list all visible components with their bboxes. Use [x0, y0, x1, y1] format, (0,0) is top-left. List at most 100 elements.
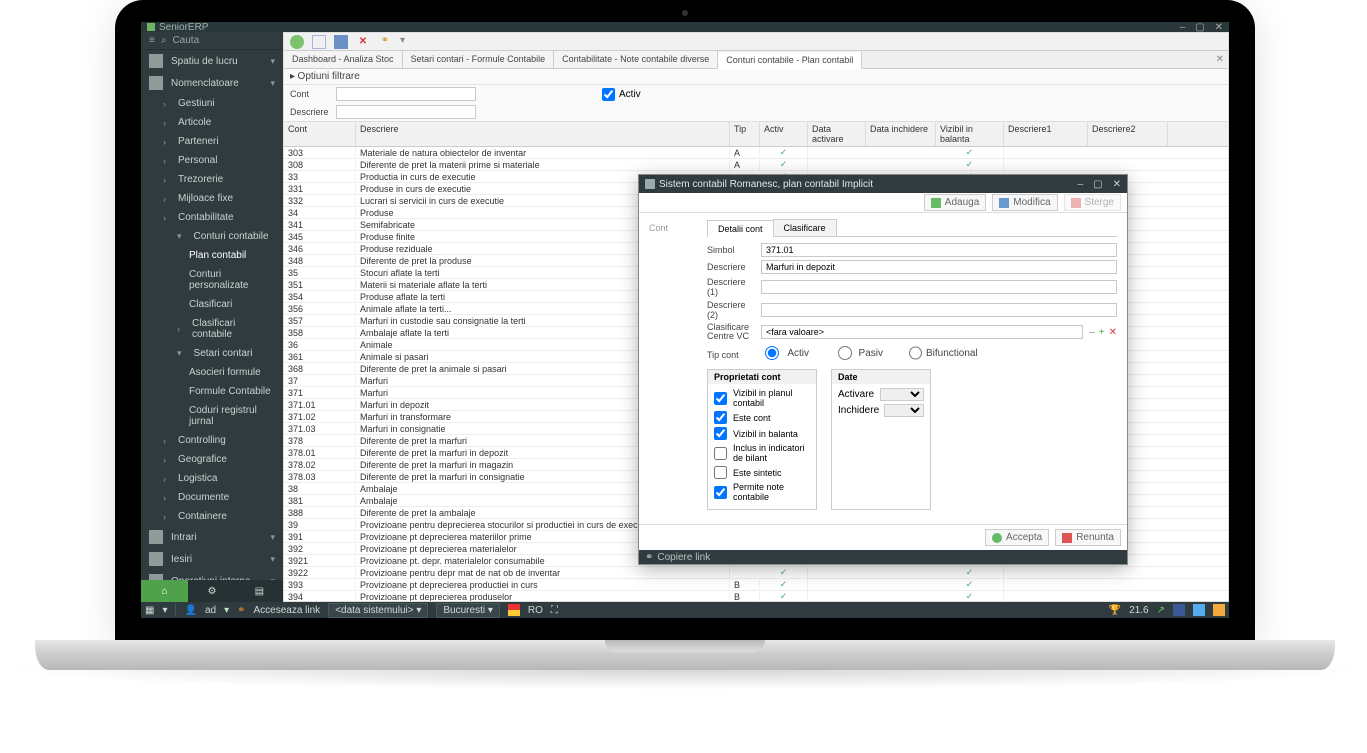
activare-select[interactable]: [880, 388, 924, 401]
sidebar-item[interactable]: Conturi personalizate: [141, 265, 283, 295]
dropdown-icon[interactable]: ▾: [400, 35, 414, 49]
column-header[interactable]: Activ: [760, 122, 808, 146]
column-header[interactable]: Descriere: [356, 122, 730, 146]
sidebar-item[interactable]: ▾Setari contari: [141, 344, 283, 363]
sidebar-item[interactable]: ›Personal: [141, 151, 283, 170]
rss-icon[interactable]: [1213, 604, 1225, 616]
sidebar-item[interactable]: ›Trezorerie: [141, 170, 283, 189]
dropdown-icon[interactable]: ▾: [162, 605, 167, 616]
sidebar-item[interactable]: ›Containere: [141, 507, 283, 526]
prop-checkbox[interactable]: Este cont: [714, 411, 810, 424]
descriere2-input[interactable]: [761, 303, 1117, 317]
tab-clasificare[interactable]: Clasificare: [773, 219, 837, 236]
sidebar-item[interactable]: ›Gestiuni: [141, 94, 283, 113]
location-combo[interactable]: Bucuresti ▾: [436, 603, 500, 618]
table-row[interactable]: 393 Provizioane pt deprecierea productie…: [284, 579, 1228, 591]
copy-link-bar[interactable]: ⚭Copiere link: [639, 550, 1127, 564]
window-maximize-icon[interactable]: ▢: [1195, 22, 1204, 33]
refresh-icon[interactable]: [290, 35, 304, 49]
sidebar-item[interactable]: Coduri registrul jurnal: [141, 401, 283, 431]
sidebar-item[interactable]: ›Documente: [141, 488, 283, 507]
sidebar-item[interactable]: Clasificari: [141, 295, 283, 314]
twitter-icon[interactable]: [1193, 604, 1205, 616]
dialog-close-icon[interactable]: ✕: [1113, 179, 1121, 190]
sidebar-item[interactable]: ›Clasificari contabile: [141, 314, 283, 344]
adauga-button[interactable]: Adauga: [924, 194, 986, 211]
clear-icon[interactable]: –: [1089, 327, 1095, 338]
facebook-icon[interactable]: [1173, 604, 1185, 616]
column-header[interactable]: Descriere1: [1004, 122, 1088, 146]
inchidere-select[interactable]: [884, 404, 924, 417]
column-header[interactable]: Cont: [284, 122, 356, 146]
new-doc-icon[interactable]: [312, 35, 326, 49]
sidebar-item[interactable]: ›Articole: [141, 113, 283, 132]
radio-activ[interactable]: Activ: [761, 346, 809, 360]
sidebar-item[interactable]: ›Parteneri: [141, 132, 283, 151]
sidebar-item-nomenclators[interactable]: Nomenclatoare▾: [141, 72, 283, 94]
sidebar-item[interactable]: Plan contabil: [141, 246, 283, 265]
sidebar-item[interactable]: Asocieri formule: [141, 363, 283, 382]
sidebar-item[interactable]: Intrari▾: [141, 526, 283, 548]
prop-checkbox[interactable]: Permite note contabile: [714, 482, 810, 502]
sterge-button[interactable]: Sterge: [1064, 194, 1121, 211]
table-row[interactable]: 308 Diferente de pret la materii prime s…: [284, 159, 1228, 171]
search-bar[interactable]: ≡ ⌕ Cauta: [141, 32, 283, 50]
window-close-icon[interactable]: ✕: [1215, 22, 1223, 33]
sidebar-item[interactable]: ›Mijloace fixe: [141, 189, 283, 208]
date-combo[interactable]: <data sistemului> ▾: [328, 603, 428, 618]
tab-close-icon[interactable]: ✕: [1216, 54, 1224, 65]
dialog-minimize-icon[interactable]: –: [1078, 179, 1084, 190]
radio-bifunctional[interactable]: Bifunctional: [909, 346, 957, 360]
sidebar-item[interactable]: ›Contabilitate: [141, 208, 283, 227]
plus-icon[interactable]: +: [1099, 327, 1105, 338]
tab-detalii[interactable]: Detalii cont: [707, 220, 774, 237]
sidebar-item[interactable]: Iesiri▾: [141, 548, 283, 570]
report-icon[interactable]: ▤: [236, 580, 283, 602]
prop-checkbox[interactable]: Este sintetic: [714, 466, 810, 479]
apps-icon[interactable]: ▦: [145, 605, 154, 616]
expand-icon[interactable]: ⛶: [551, 605, 558, 616]
gear-icon[interactable]: ⚙: [188, 580, 235, 602]
trophy-icon[interactable]: 🏆: [1109, 605, 1121, 616]
filter-desc-input[interactable]: [336, 105, 476, 119]
link-icon[interactable]: ⚭: [378, 35, 392, 49]
filter-activ-checkbox[interactable]: [602, 88, 615, 101]
content-tab[interactable]: Dashboard - Analiza Stoc: [284, 51, 403, 68]
column-header[interactable]: Vizibil in balanta: [936, 122, 1004, 146]
table-row[interactable]: 394 Provizioane pt deprecierea produselo…: [284, 591, 1228, 601]
accepta-button[interactable]: Accepta: [985, 529, 1049, 546]
delete-icon[interactable]: ✕: [356, 35, 370, 49]
sidebar-item-workspace[interactable]: Spatiu de lucru▾: [141, 50, 283, 72]
sidebar-item[interactable]: ›Geografice: [141, 450, 283, 469]
radio-pasiv[interactable]: Pasiv: [835, 346, 883, 360]
x-icon[interactable]: ✕: [1109, 327, 1117, 338]
descriere-input[interactable]: [761, 260, 1117, 274]
sidebar-item[interactable]: Operatiuni interne▾: [141, 570, 283, 580]
clasificare-input[interactable]: [761, 325, 1083, 339]
hamburger-icon[interactable]: ≡: [149, 35, 155, 46]
simbol-input[interactable]: [761, 243, 1117, 257]
column-header[interactable]: Tip: [730, 122, 760, 146]
signal-icon[interactable]: ↗: [1157, 605, 1165, 616]
content-tab[interactable]: Conturi contabile - Plan contabil: [718, 52, 862, 69]
column-header[interactable]: Descriere2: [1088, 122, 1168, 146]
column-header[interactable]: Data activare: [808, 122, 866, 146]
prop-checkbox[interactable]: Vizibil in planul contabil: [714, 388, 810, 408]
content-tab[interactable]: Contabilitate - Note contabile diverse: [554, 51, 718, 68]
modifica-button[interactable]: Modifica: [992, 194, 1057, 211]
column-header[interactable]: Data inchidere: [866, 122, 936, 146]
filter-cont-input[interactable]: [336, 87, 476, 101]
dialog-maximize-icon[interactable]: ▢: [1093, 179, 1102, 190]
content-tab[interactable]: Setari contari - Formule Contabile: [403, 51, 555, 68]
table-row[interactable]: 303 Materiale de natura obiectelor de in…: [284, 147, 1228, 159]
collapse-icon[interactable]: ▸: [290, 71, 295, 82]
sidebar-item[interactable]: ›Controlling: [141, 431, 283, 450]
prop-checkbox[interactable]: Inclus in indicatori de bilant: [714, 443, 810, 463]
sidebar-item[interactable]: ▾Conturi contabile: [141, 227, 283, 246]
access-link[interactable]: Acceseaza link: [253, 605, 320, 616]
sidebar-item[interactable]: Formule Contabile: [141, 382, 283, 401]
table-row[interactable]: 3922 Provizioane pentru depr mat de nat …: [284, 567, 1228, 579]
edit-icon[interactable]: [334, 35, 348, 49]
descriere1-input[interactable]: [761, 280, 1117, 294]
home-button[interactable]: ⌂: [141, 580, 188, 602]
